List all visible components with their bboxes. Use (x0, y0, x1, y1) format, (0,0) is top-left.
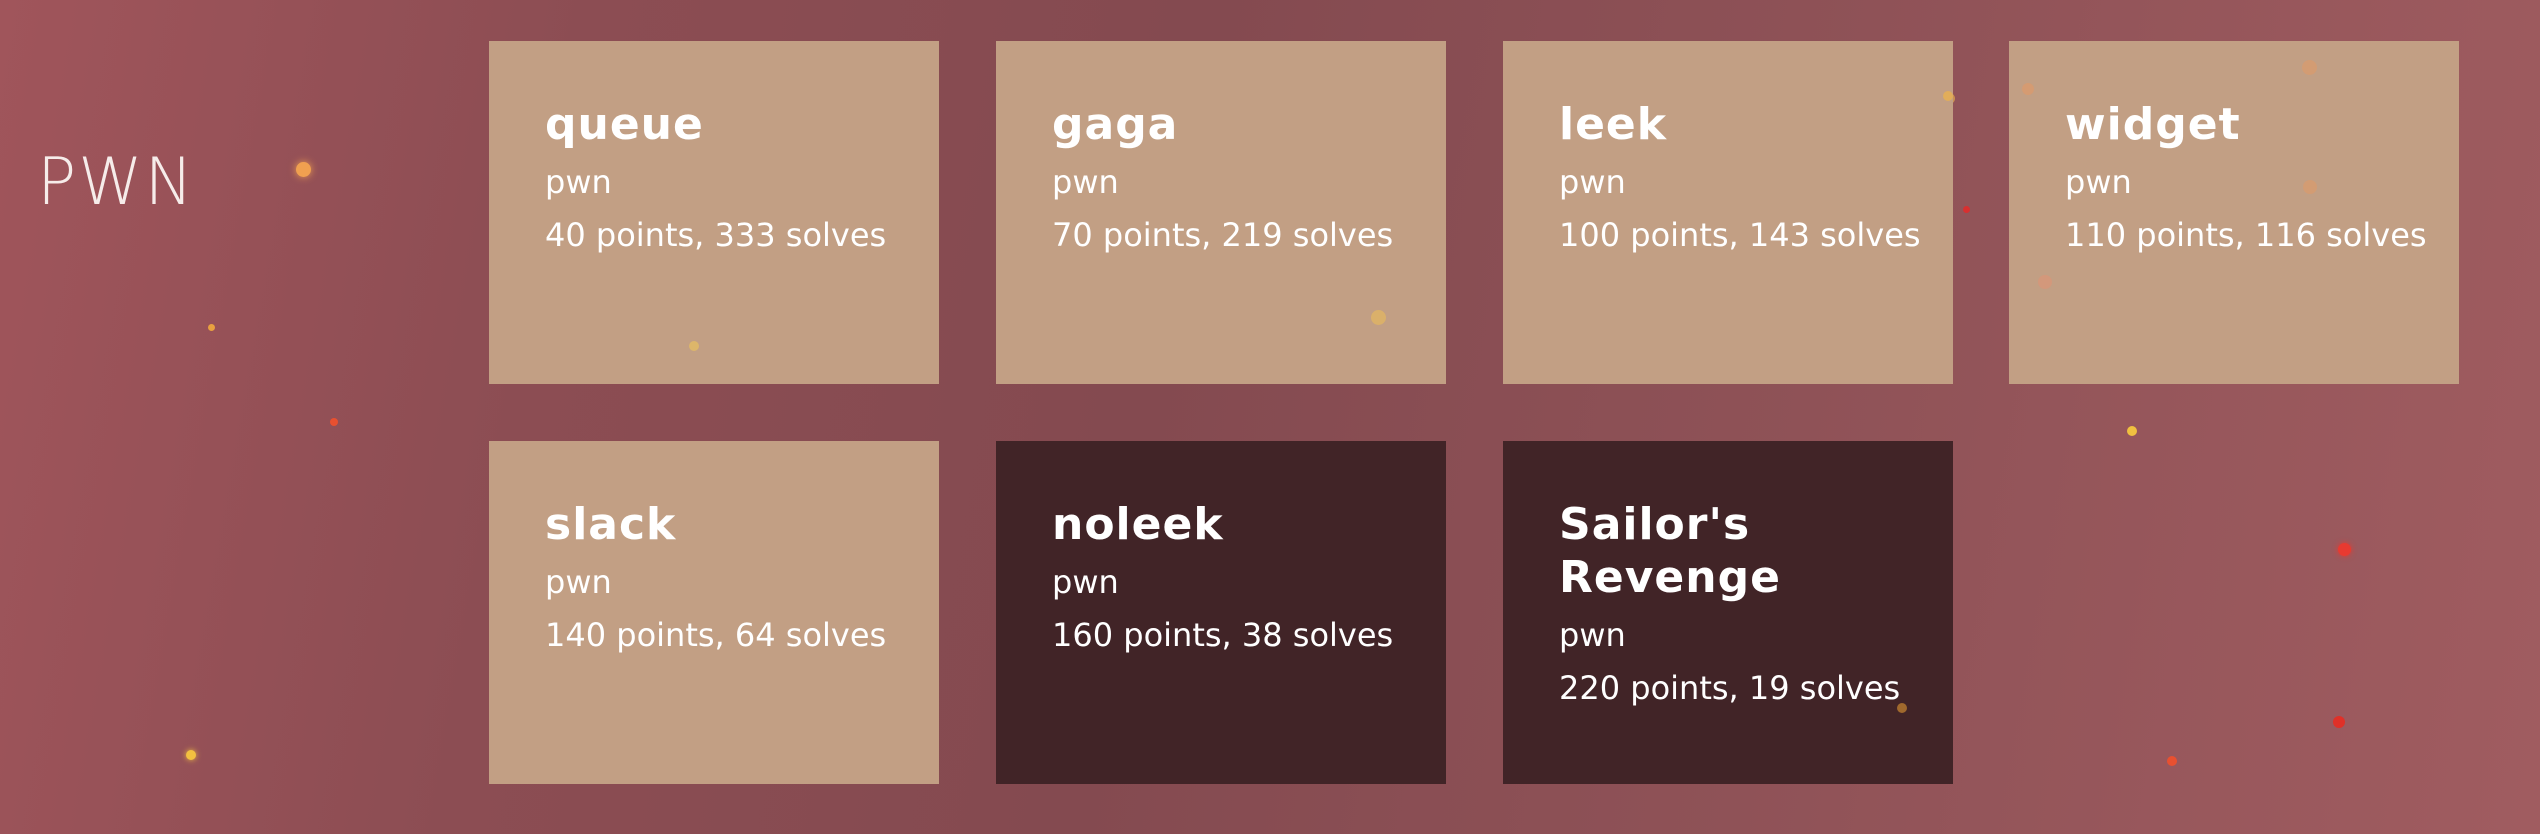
challenge-category: pwn (1052, 563, 1119, 601)
particle-dot (2127, 426, 2137, 436)
particle-dot (186, 750, 196, 760)
challenge-category: pwn (2065, 163, 2132, 201)
challenge-card-noleek[interactable]: noleek pwn 160 points, 38 solves (996, 441, 1446, 784)
challenge-stats: 110 points, 116 solves (2065, 216, 2427, 254)
particle-dot (2167, 756, 2177, 766)
challenge-category: pwn (1559, 163, 1626, 201)
challenge-stats: 70 points, 219 solves (1052, 216, 1394, 254)
challenge-stats: 160 points, 38 solves (1052, 616, 1394, 654)
challenge-category: pwn (1052, 163, 1119, 201)
challenge-name: slack (545, 499, 677, 550)
challenge-card-queue[interactable]: queue pwn 40 points, 333 solves (489, 41, 939, 384)
particle-dot (330, 418, 338, 426)
challenge-name: queue (545, 99, 704, 150)
particle-dot (2338, 543, 2351, 556)
challenge-stats: 220 points, 19 solves (1559, 669, 1901, 707)
particle-dot (296, 162, 311, 177)
challenge-card-slack[interactable]: slack pwn 140 points, 64 solves (489, 441, 939, 784)
category-title: PWN (37, 145, 196, 220)
challenge-card-sailors-revenge[interactable]: Sailor's Revenge pwn 220 points, 19 solv… (1503, 441, 1953, 784)
particle-dot (208, 324, 215, 331)
particle-dot (1963, 206, 1970, 213)
challenge-name: noleek (1052, 499, 1224, 550)
challenge-category: pwn (545, 563, 612, 601)
challenge-name: Sailor's Revenge (1559, 499, 1781, 603)
challenge-name: gaga (1052, 99, 1179, 150)
challenge-name: leek (1559, 99, 1668, 150)
challenge-card-gaga[interactable]: gaga pwn 70 points, 219 solves (996, 41, 1446, 384)
challenge-card-widget[interactable]: widget pwn 110 points, 116 solves (2009, 41, 2459, 384)
challenge-category: pwn (1559, 616, 1626, 654)
challenge-stats: 140 points, 64 solves (545, 616, 887, 654)
challenge-category: pwn (545, 163, 612, 201)
challenge-name: widget (2065, 99, 2241, 150)
challenge-card-leek[interactable]: leek pwn 100 points, 143 solves (1503, 41, 1953, 384)
challenge-stats: 100 points, 143 solves (1559, 216, 1921, 254)
challenge-stats: 40 points, 333 solves (545, 216, 887, 254)
particle-dot (2333, 716, 2345, 728)
